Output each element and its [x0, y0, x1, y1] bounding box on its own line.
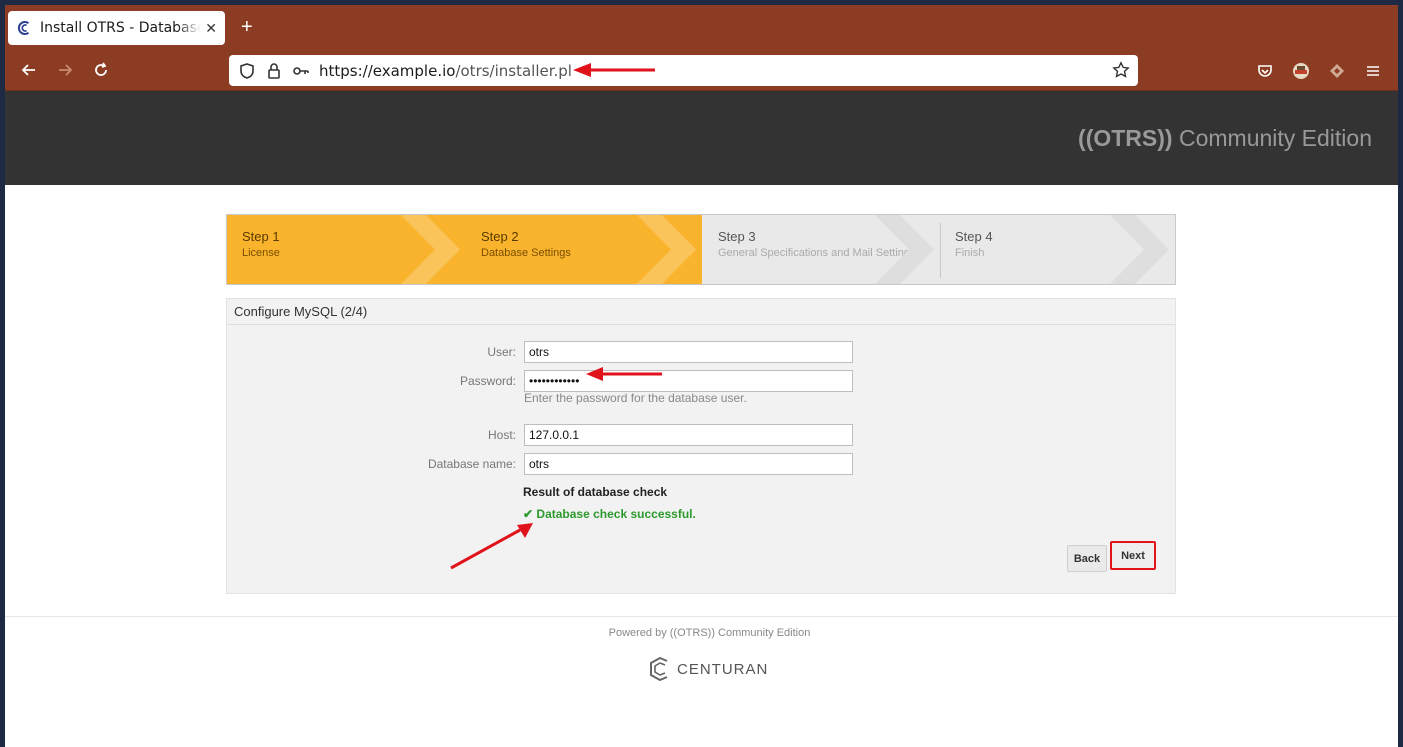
- shield-icon[interactable]: [238, 62, 256, 80]
- url-text[interactable]: https://example.io/otrs/installer.pl: [319, 62, 572, 80]
- centuran-logo: CENTURAN: [649, 657, 768, 681]
- password-hint: Enter the password for the database user…: [524, 391, 747, 405]
- step-3: Step 3 General Specifications and Mail S…: [703, 215, 940, 284]
- database-name-input[interactable]: [524, 453, 853, 475]
- otrs-brand-logo: ((OTRS)) Community Edition: [1078, 125, 1372, 152]
- forward-arrow-icon[interactable]: [55, 60, 75, 80]
- back-arrow-icon[interactable]: [19, 60, 39, 80]
- check-result-title: Result of database check: [523, 485, 668, 499]
- step-4: Step 4 Finish: [940, 215, 1175, 284]
- step-chevron-icon: [1110, 215, 1169, 284]
- tab-title: Install OTRS - Database Management: [40, 20, 202, 36]
- check-result-text: Database check successful.: [536, 507, 696, 521]
- url-path: /otrs/installer.pl: [455, 61, 572, 80]
- centuran-logo-icon: [650, 657, 668, 681]
- host-label: Host:: [487, 428, 516, 442]
- step-1: Step 1 License: [227, 215, 466, 284]
- user-input[interactable]: [524, 341, 853, 363]
- password-label: Password:: [459, 374, 516, 388]
- step-chevron-icon: [401, 215, 460, 284]
- navigation-toolbar: https://example.io/otrs/installer.pl: [5, 50, 1398, 91]
- checkmark-icon: ✔: [523, 507, 534, 521]
- lock-icon[interactable]: [265, 62, 283, 80]
- next-button[interactable]: Next: [1110, 541, 1156, 570]
- tab-bar: Install OTRS - Database Management ✕ +: [5, 5, 1398, 50]
- pocket-icon[interactable]: [1256, 62, 1274, 80]
- brand-strong: ((OTRS)): [1078, 125, 1173, 151]
- reload-icon[interactable]: [91, 60, 111, 80]
- centuran-favicon-icon: [17, 21, 30, 35]
- brand-rest: Community Edition: [1172, 125, 1372, 151]
- extension-diamond-icon[interactable]: [1328, 62, 1346, 80]
- address-bar[interactable]: https://example.io/otrs/installer.pl: [229, 55, 1138, 86]
- footer-divider: [5, 616, 1398, 617]
- step-chevron-icon: [637, 215, 696, 284]
- bookmark-star-icon[interactable]: [1112, 61, 1130, 79]
- check-result-message: ✔ Database check successful.: [523, 507, 696, 521]
- extension-avatar-icon[interactable]: [1292, 62, 1310, 80]
- database-config-form: Configure MySQL (2/4) User: Password: En…: [226, 298, 1176, 594]
- browser-window: Install OTRS - Database Management ✕ + h…: [5, 5, 1398, 747]
- powered-by-text: Powered by ((OTRS)) Community Edition: [608, 627, 811, 639]
- menu-hamburger-icon[interactable]: [1364, 62, 1382, 80]
- step-2: Step 2 Database Settings: [466, 215, 702, 284]
- password-input[interactable]: [524, 370, 853, 392]
- user-label: User:: [487, 345, 516, 359]
- tab-close-icon[interactable]: ✕: [205, 20, 217, 37]
- form-heading: Configure MySQL (2/4): [227, 299, 1175, 325]
- database-name-label: Database name:: [427, 457, 516, 471]
- otrs-header: ((OTRS)) Community Edition: [5, 91, 1398, 185]
- centuran-wordmark: CENTURAN: [677, 660, 769, 678]
- url-host: https://example.io: [319, 61, 456, 80]
- back-button[interactable]: Back: [1067, 545, 1107, 572]
- host-input[interactable]: [524, 424, 853, 446]
- step-chevron-icon: [875, 215, 934, 284]
- new-tab-icon[interactable]: +: [241, 17, 253, 37]
- browser-tab[interactable]: Install OTRS - Database Management ✕: [8, 11, 225, 45]
- key-icon[interactable]: [292, 62, 310, 80]
- installer-steps: Step 1 License Step 2 Database Settings …: [226, 214, 1176, 285]
